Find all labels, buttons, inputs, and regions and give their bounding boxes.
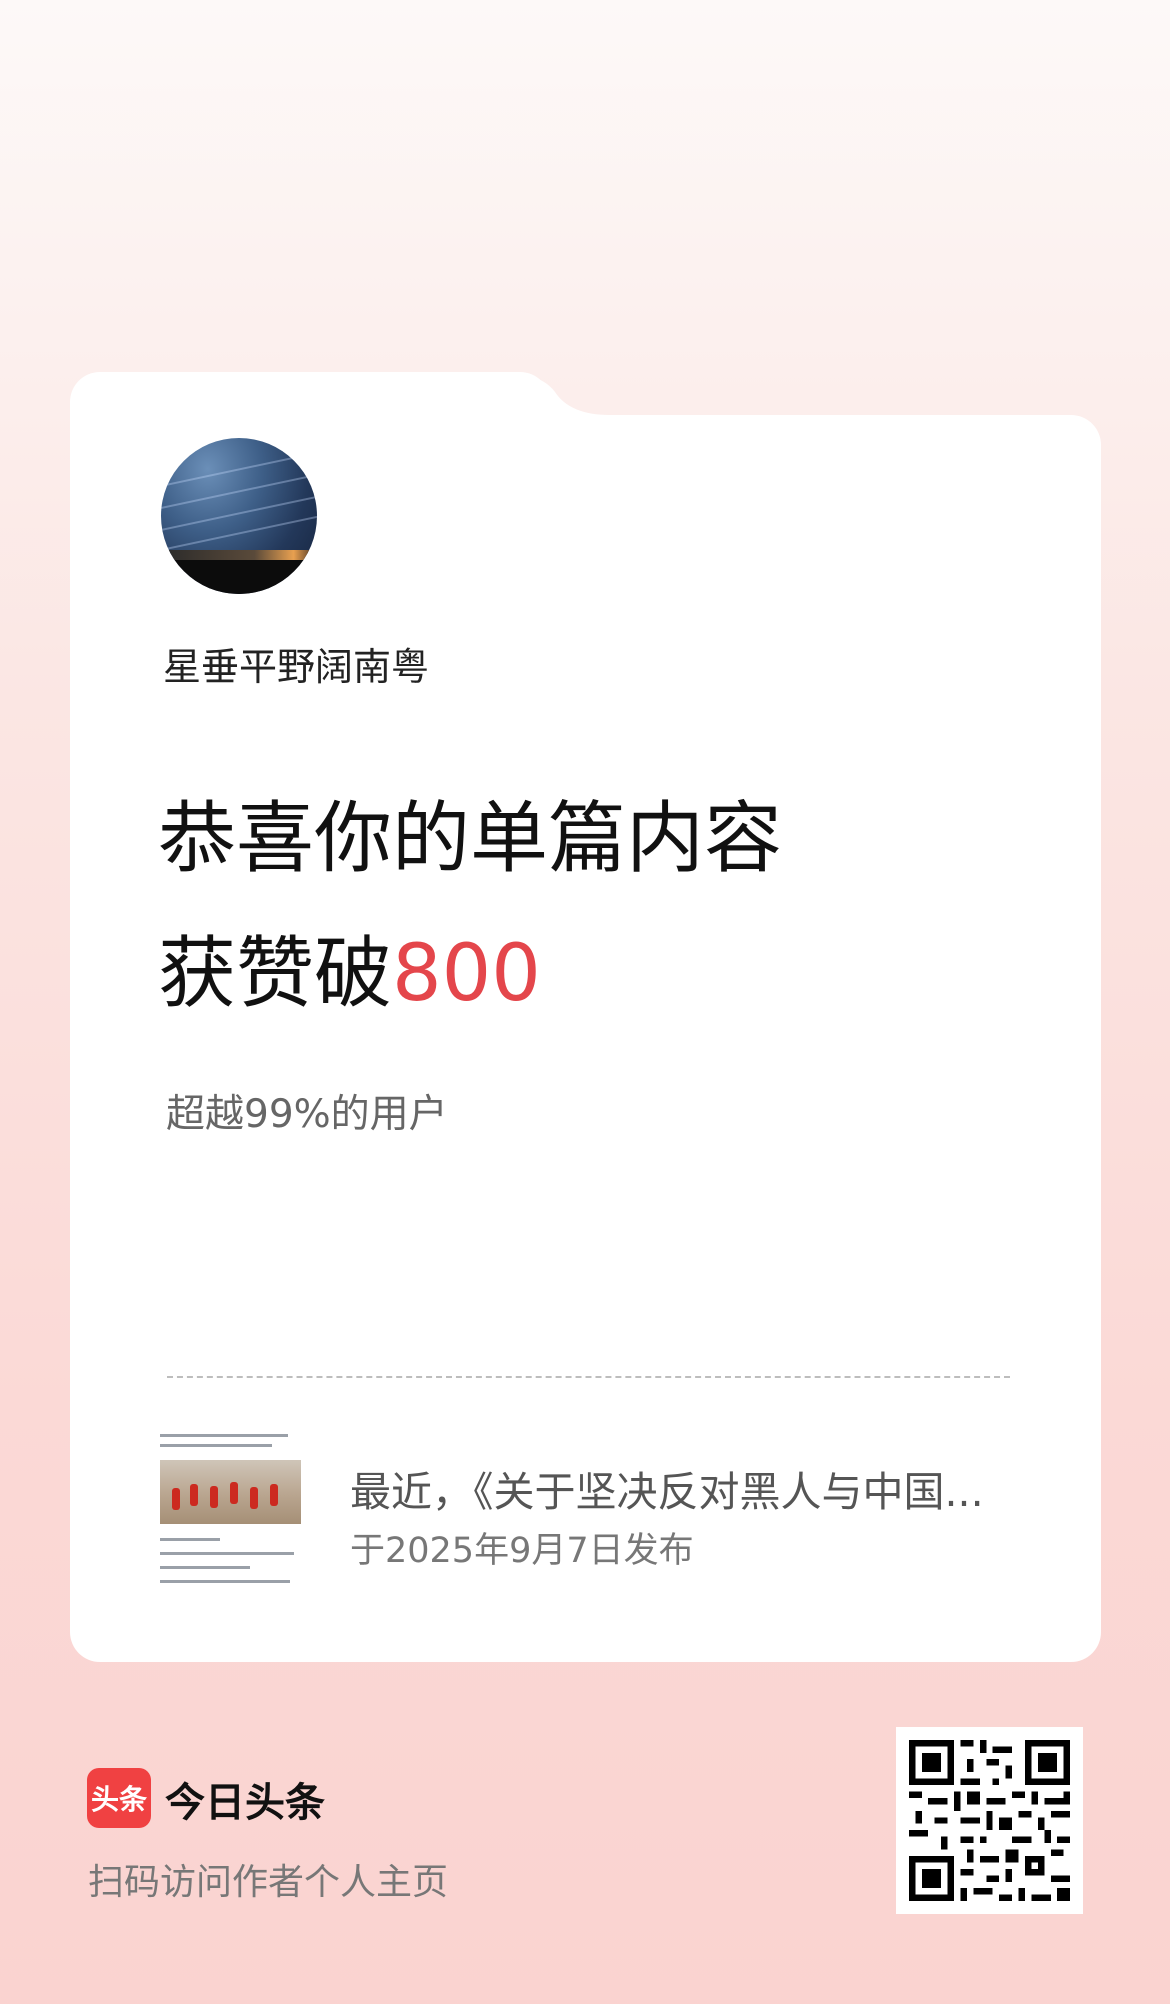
thumb-text-line <box>160 1434 288 1437</box>
thumb-text-line <box>160 1444 272 1447</box>
avatar-streak <box>161 469 317 513</box>
dashed-divider <box>167 1376 1010 1378</box>
scan-instruction: 扫码访问作者个人主页 <box>88 1862 449 1903</box>
thumb-figure <box>230 1482 238 1504</box>
avatar-streak <box>161 491 317 535</box>
likes-count: 800 <box>392 929 541 1019</box>
author-name[interactable]: 星垂平野阔南粤 <box>163 636 429 691</box>
thumb-figure <box>270 1484 278 1506</box>
headline-line-2: 获赞破800 <box>158 935 541 1013</box>
thumb-text-line <box>160 1566 250 1569</box>
ranking-text: 超越99%的用户 <box>166 1092 448 1137</box>
article-date: 于2025年9月7日发布 <box>350 1531 694 1571</box>
qr-code-icon[interactable] <box>896 1727 1083 1914</box>
app-name: 今日头条 <box>165 1780 325 1826</box>
thumb-figure <box>190 1484 198 1506</box>
article-thumbnail[interactable] <box>160 1430 301 1588</box>
thumb-figure <box>172 1488 180 1510</box>
headline-line-1: 恭喜你的单篇内容 <box>158 794 783 884</box>
avatar-horizon <box>161 550 317 560</box>
avatar-ground <box>161 560 317 594</box>
toutiao-logo-icon: 头条 <box>87 1768 151 1828</box>
thumb-text-line <box>160 1580 290 1583</box>
thumb-figure <box>210 1486 218 1508</box>
thumb-figure <box>250 1487 258 1509</box>
avatar-streak <box>161 511 317 555</box>
thumb-text-line <box>160 1552 294 1555</box>
author-avatar[interactable] <box>161 438 317 594</box>
article-title[interactable]: 最近，《关于坚决反对黑人与中国... <box>350 1458 984 1518</box>
thumb-photo <box>160 1460 301 1524</box>
thumb-text-line <box>160 1538 220 1541</box>
headline-prefix: 获赞破 <box>158 929 393 1019</box>
